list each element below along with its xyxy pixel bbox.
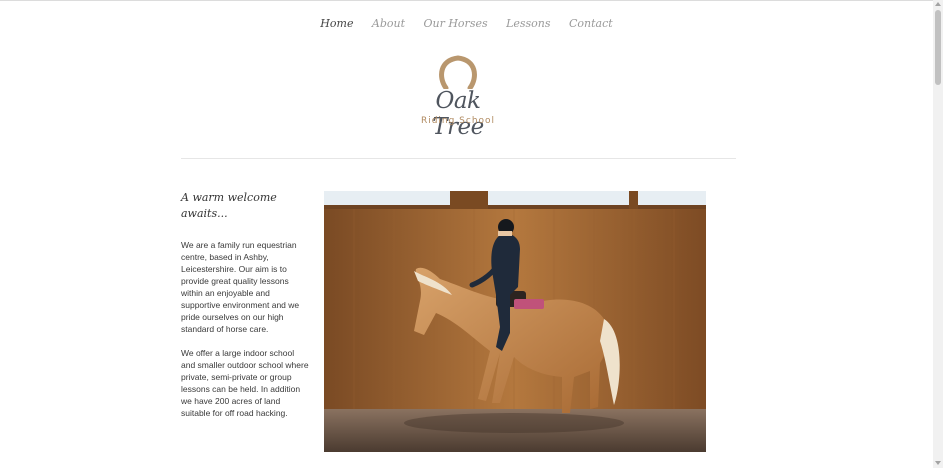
vertical-scrollbar[interactable] bbox=[933, 0, 943, 468]
logo-subtitle: Riding School bbox=[420, 116, 496, 126]
scroll-up-arrow-icon[interactable] bbox=[935, 2, 941, 6]
nav-our-horses[interactable]: Our Horses bbox=[423, 17, 487, 31]
nav-contact[interactable]: Contact bbox=[569, 17, 613, 31]
horse-and-rider-photo bbox=[324, 191, 706, 452]
nav-home[interactable]: Home bbox=[320, 17, 353, 31]
logo-title: Oak Tree bbox=[432, 88, 484, 140]
scroll-down-arrow-icon[interactable] bbox=[935, 461, 941, 465]
nav-lessons[interactable]: Lessons bbox=[506, 17, 550, 31]
nav-about[interactable]: About bbox=[372, 17, 405, 31]
header-divider bbox=[181, 158, 736, 159]
welcome-section: A warm welcome awaits... We are a family… bbox=[181, 190, 309, 431]
site-logo[interactable]: Oak Tree Riding School bbox=[408, 55, 508, 140]
scroll-thumb[interactable] bbox=[935, 10, 941, 85]
main-nav: Home About Our Horses Lessons Contact bbox=[0, 14, 933, 32]
horseshoe-icon bbox=[439, 55, 477, 89]
top-border bbox=[0, 0, 933, 1]
welcome-paragraph: We are a family run equestrian centre, b… bbox=[181, 240, 300, 334]
welcome-heading: A warm welcome awaits... bbox=[181, 191, 277, 220]
facilities-paragraph: We offer a large indoor school and small… bbox=[181, 348, 309, 418]
